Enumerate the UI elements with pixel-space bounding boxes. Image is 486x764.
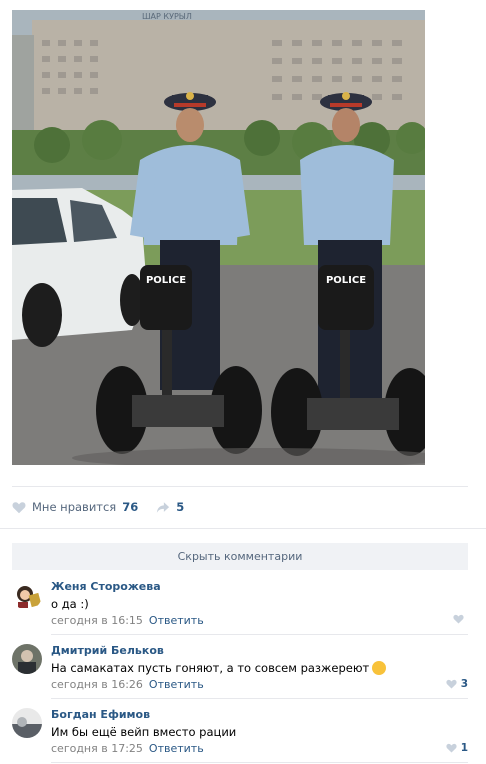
divider xyxy=(0,528,486,529)
comment-item: Богдан Ефимов Им бы ещё вейп вместо раци… xyxy=(12,708,468,758)
comment-time[interactable]: сегодня в 16:15 xyxy=(51,614,143,627)
divider xyxy=(12,486,468,487)
comment-like-count: 1 xyxy=(460,742,468,754)
avatar[interactable] xyxy=(12,580,42,610)
reply-link[interactable]: Ответить xyxy=(149,614,204,627)
building-sign: ШАР КУРЫЛ xyxy=(142,12,192,21)
heart-icon xyxy=(453,614,464,624)
heart-icon[interactable] xyxy=(12,501,26,514)
comment-like-count: 3 xyxy=(460,678,468,690)
divider xyxy=(51,698,468,699)
divider xyxy=(51,762,468,763)
reply-link[interactable]: Ответить xyxy=(149,742,204,755)
like-button[interactable]: Мне нравится xyxy=(32,500,116,514)
post-actions: Мне нравится 76 5 xyxy=(12,498,184,516)
police-badge-right: POLICE xyxy=(326,275,366,286)
comment-meta: сегодня в 17:25 Ответить xyxy=(51,742,468,756)
comment-like[interactable]: 3 xyxy=(446,678,468,690)
thinking-emoji-icon xyxy=(372,661,387,675)
comment-like[interactable]: 1 xyxy=(446,742,468,754)
comment-author[interactable]: Женя Сторожева xyxy=(51,580,468,594)
comment-item: Женя Сторожева о да :) сегодня в 16:15 От… xyxy=(12,580,468,630)
comment-text: На самакатах пусть гоняют, а то совсем р… xyxy=(51,660,468,676)
comment-author[interactable]: Дмитрий Бельков xyxy=(51,644,468,658)
avatar[interactable] xyxy=(12,644,42,674)
comment-like[interactable] xyxy=(453,614,468,624)
hide-comments-button[interactable]: Скрыть комментарии xyxy=(12,543,468,570)
comment-text: Им бы ещё вейп вместо рации xyxy=(51,725,237,739)
comment-meta: сегодня в 16:15 Ответить xyxy=(51,614,468,628)
police-badge-left: POLICE xyxy=(146,275,186,286)
comment-text: о да :) xyxy=(51,597,89,611)
avatar[interactable] xyxy=(12,708,42,738)
post-photo[interactable]: ШАР КУРЫЛ POLICE POLICE xyxy=(12,10,425,465)
heart-icon xyxy=(446,743,457,753)
share-icon[interactable] xyxy=(156,501,170,514)
comment-author[interactable]: Богдан Ефимов xyxy=(51,708,468,722)
like-count[interactable]: 76 xyxy=(122,500,138,514)
comment-item: Дмитрий Бельков На самакатах пусть гоняю… xyxy=(12,644,468,694)
reply-link[interactable]: Ответить xyxy=(149,678,204,691)
comment-time[interactable]: сегодня в 17:25 xyxy=(51,742,143,755)
share-count[interactable]: 5 xyxy=(176,500,184,514)
comment-meta: сегодня в 16:26 Ответить xyxy=(51,678,468,692)
divider xyxy=(51,634,468,635)
heart-icon xyxy=(446,679,457,689)
comment-time[interactable]: сегодня в 16:26 xyxy=(51,678,143,691)
